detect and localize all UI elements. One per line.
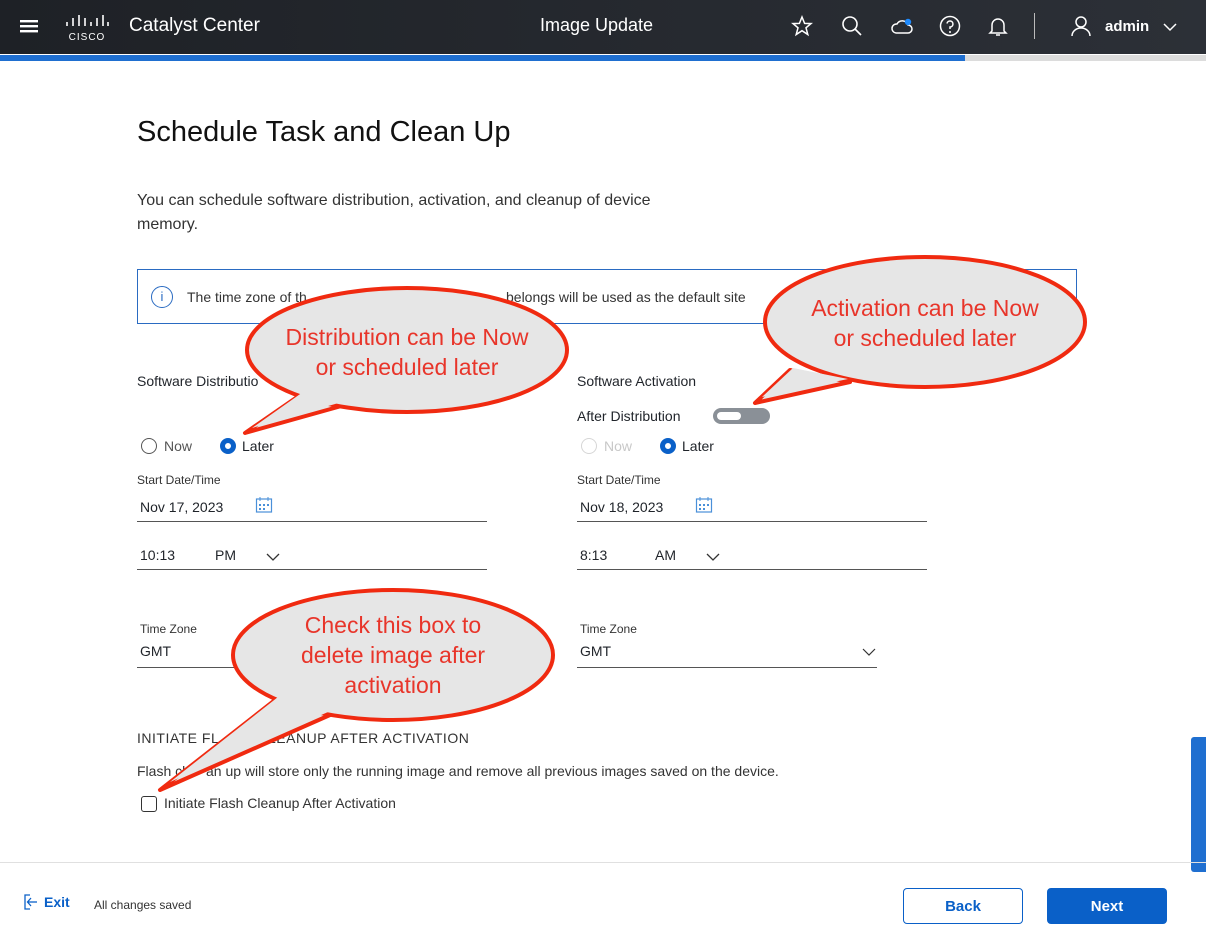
footer-divider — [0, 862, 1206, 863]
callout-text: Distribution can be Now or scheduled late… — [285, 324, 529, 380]
back-button[interactable]: Back — [903, 888, 1023, 924]
annotation-layer — [158, 255, 1087, 792]
callout-text: Activation can be Now or scheduled later — [811, 295, 1039, 351]
exit-icon — [24, 894, 37, 910]
exit-link[interactable]: Exit — [22, 893, 70, 911]
callout-text: Check this box to delete image after activ… — [300, 612, 486, 698]
next-button[interactable]: Next — [1047, 888, 1167, 924]
save-status: All changes saved — [94, 898, 192, 912]
